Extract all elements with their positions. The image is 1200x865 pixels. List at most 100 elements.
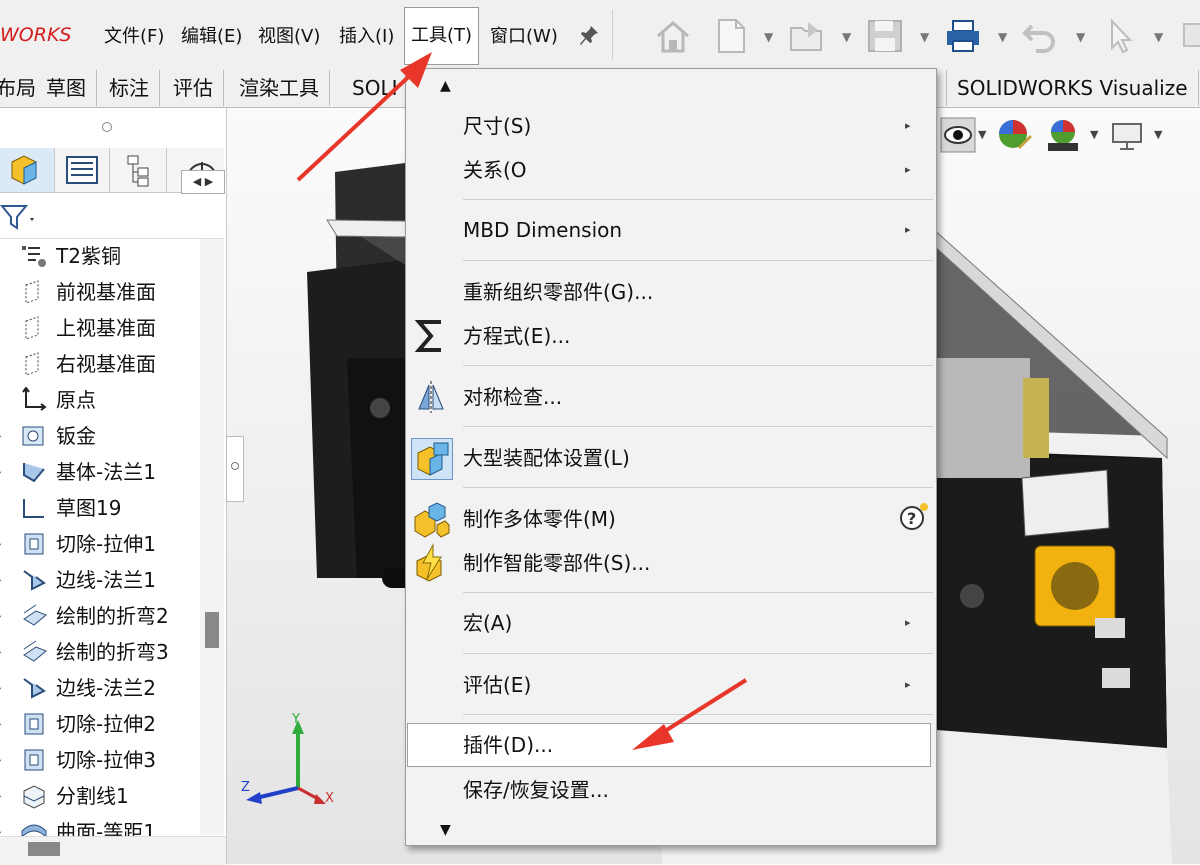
tree-item[interactable]: 草图19 — [0, 491, 200, 525]
options-icon[interactable] — [1180, 18, 1200, 54]
menu-item-make-multibody-part[interactable]: 制作多体零件(M) ? — [405, 497, 935, 541]
property-manager-tab-icon[interactable] — [55, 148, 110, 192]
tree-item-label: 原点 — [56, 388, 96, 412]
tree-item[interactable]: 上视基准面 — [0, 311, 200, 345]
cut-extrude-icon — [20, 531, 48, 557]
menu-window[interactable]: 窗口(W) — [490, 22, 558, 52]
expand-arrow-icon[interactable]: › — [0, 779, 2, 813]
tree-hscrollbar-thumb[interactable] — [28, 842, 60, 856]
undo-dropdown-icon[interactable]: ▼ — [1076, 30, 1085, 44]
tree-item-label: 绘制的折弯2 — [56, 604, 169, 628]
expand-arrow-icon[interactable]: › — [0, 563, 2, 597]
tree-item[interactable]: › 绘制的折弯2 — [0, 599, 200, 633]
cut-extrude-icon — [20, 747, 48, 773]
menu-item-macro[interactable]: 宏(A) ▸ — [405, 601, 935, 645]
pin-icon[interactable] — [578, 24, 600, 48]
expand-arrow-icon[interactable]: › — [0, 419, 2, 453]
select-dropdown-icon[interactable]: ▼ — [1154, 30, 1163, 44]
tree-item[interactable]: › 绘制的折弯3 — [0, 635, 200, 669]
save-icon[interactable] — [866, 18, 904, 54]
open-icon[interactable] — [788, 18, 826, 54]
menu-item-save-restore-settings[interactable]: 保存/恢复设置... — [405, 768, 935, 812]
display-style-icon[interactable] — [940, 117, 976, 153]
menu-item-equations[interactable]: 方程式(E)... — [405, 314, 935, 358]
annotation-arrow-icon — [620, 676, 760, 756]
menu-item-dimensions[interactable]: 尺寸(S) ▸ — [405, 104, 935, 148]
print-icon[interactable] — [944, 18, 982, 54]
undo-icon[interactable] — [1022, 18, 1060, 54]
tree-item[interactable]: › 边线-法兰1 — [0, 563, 200, 597]
menu-edit[interactable]: 编辑(E) — [181, 22, 242, 52]
expand-arrow-icon[interactable]: › — [0, 707, 2, 741]
expand-arrow-icon[interactable]: › — [0, 635, 2, 669]
tree-item[interactable]: › 边线-法兰2 — [0, 671, 200, 705]
base-flange-icon — [20, 459, 48, 485]
save-dropdown-icon[interactable]: ▼ — [920, 30, 929, 44]
tree-item-label: 切除-拉伸2 — [56, 712, 156, 736]
tree-item[interactable]: › 切除-拉伸1 — [0, 527, 200, 561]
select-cursor-icon[interactable] — [1104, 18, 1142, 54]
display-style-dropdown-icon[interactable]: ▼ — [978, 128, 986, 141]
print-dropdown-icon[interactable]: ▼ — [998, 30, 1007, 44]
feature-manager-tab-icon[interactable] — [0, 148, 55, 192]
expand-arrow-icon[interactable]: › — [0, 455, 2, 489]
open-dropdown-icon[interactable]: ▼ — [842, 30, 851, 44]
submenu-arrow-icon: ▸ — [905, 163, 911, 176]
tree-item[interactable]: › 分割线1 — [0, 779, 200, 813]
menu-item-label: MBD Dimension — [463, 218, 623, 242]
tree-item[interactable]: › 钣金 — [0, 419, 200, 453]
tab-scroll-icon[interactable]: ◀ ▶ — [181, 170, 225, 194]
tree-item[interactable]: › 切除-拉伸3 — [0, 743, 200, 777]
expand-arrow-icon[interactable]: › — [0, 671, 2, 705]
sigma-icon — [413, 318, 449, 354]
menu-item-label: 重新组织零部件(G)... — [463, 280, 654, 304]
tree-item[interactable]: T2紫铜 — [0, 239, 200, 273]
filter-icon[interactable] — [0, 202, 40, 232]
menu-item-large-assembly-settings[interactable]: 大型装配体设置(L) — [405, 436, 935, 480]
expand-arrow-icon[interactable]: › — [0, 599, 2, 633]
menu-separator — [463, 260, 933, 261]
menu-file[interactable]: 文件(F) — [104, 22, 164, 52]
menu-item-label: 评估(E) — [463, 673, 532, 697]
help-icon[interactable]: ? — [899, 501, 929, 531]
toolbar-separator — [612, 10, 613, 60]
menu-item-mbd-dimension[interactable]: MBD Dimension ▸ — [405, 208, 935, 252]
submenu-arrow-icon: ▸ — [905, 223, 911, 236]
tree-scrollbar-thumb[interactable] — [205, 612, 219, 648]
tree-item[interactable]: › 切除-拉伸2 — [0, 707, 200, 741]
tab-markup[interactable]: 标注 — [99, 70, 160, 106]
menu-item-label: 插件(D)... — [463, 733, 554, 757]
tree-item-label: T2紫铜 — [56, 244, 121, 268]
scene-icon[interactable] — [1044, 117, 1082, 155]
monitor-dropdown-icon[interactable]: ▼ — [1154, 128, 1162, 141]
home-icon[interactable] — [654, 18, 692, 54]
submenu-arrow-icon: ▸ — [905, 616, 911, 629]
expand-arrow-icon[interactable]: › — [0, 743, 2, 777]
tab-sketch[interactable]: 草图 — [36, 70, 97, 106]
tree-item-label: 切除-拉伸3 — [56, 748, 156, 772]
tree-scrollbar[interactable] — [200, 239, 224, 835]
new-document-icon[interactable] — [712, 18, 750, 54]
expand-arrow-icon[interactable]: › — [0, 527, 2, 561]
tree-item[interactable]: 右视基准面 — [0, 347, 200, 381]
menu-item-symmetry-check[interactable]: 对称检查... — [405, 375, 935, 419]
tree-item[interactable]: 前视基准面 — [0, 275, 200, 309]
tab-evaluate[interactable]: 评估 — [163, 70, 224, 106]
scene-dropdown-icon[interactable]: ▼ — [1090, 128, 1098, 141]
annotation-arrow-icon — [290, 30, 470, 190]
app-logo: WORKS — [0, 24, 72, 46]
menu-item-relations[interactable]: 关系(O ▸ — [405, 148, 935, 192]
multibody-icon — [411, 499, 451, 539]
panel-grip-icon[interactable] — [102, 122, 112, 132]
menu-scroll-down-icon[interactable]: ▼ — [440, 822, 451, 838]
new-dropdown-icon[interactable]: ▼ — [764, 30, 773, 44]
tab-solidworks-visualize[interactable]: SOLIDWORKS Visualize — [946, 70, 1199, 106]
menu-separator — [463, 365, 933, 366]
tree-item[interactable]: › 基体-法兰1 — [0, 455, 200, 489]
monitor-icon[interactable] — [1110, 120, 1144, 152]
tree-item[interactable]: 原点 — [0, 383, 200, 417]
appearance-icon[interactable] — [996, 117, 1034, 155]
menu-item-make-smart-component[interactable]: 制作智能零部件(S)... — [405, 541, 935, 585]
menu-item-reorganize-components[interactable]: 重新组织零部件(G)... — [405, 270, 935, 314]
configuration-manager-tab-icon[interactable] — [112, 148, 167, 192]
